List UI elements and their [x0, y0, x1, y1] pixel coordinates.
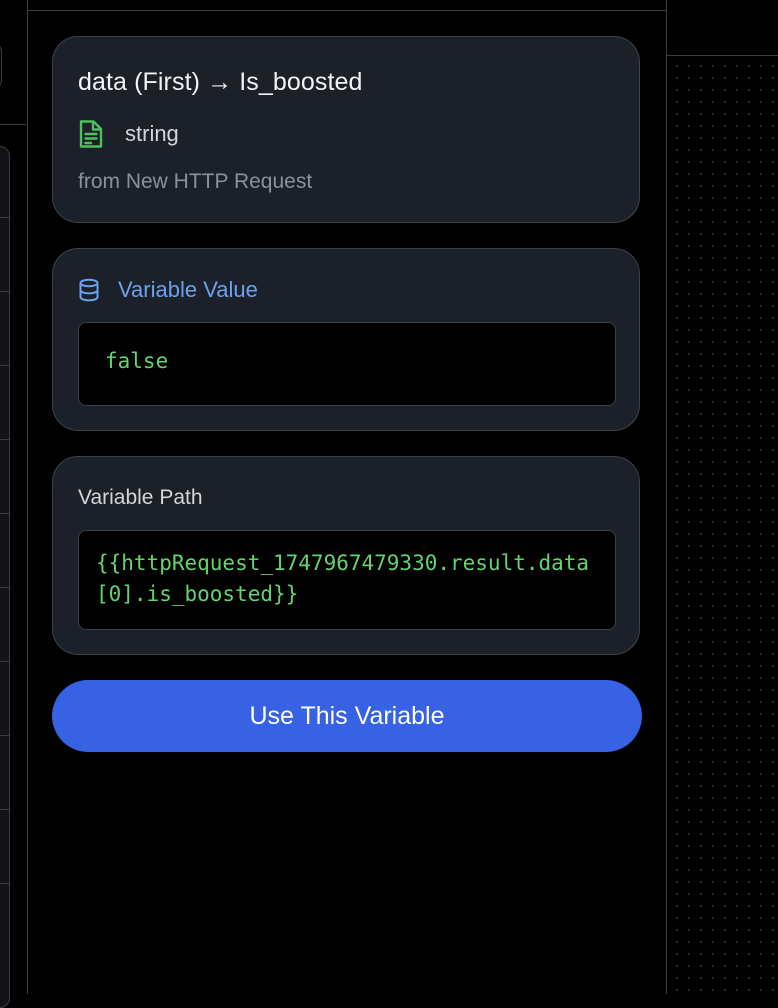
sidebar-list-row-divider: [0, 809, 9, 810]
variable-title: data (First) → Is_boosted: [78, 68, 363, 96]
sidebar-list-row-divider: [0, 217, 9, 218]
sidebar-list-row-divider: [0, 661, 9, 662]
sidebar-list-row-divider: [0, 735, 9, 736]
variable-info-card: data (First) → Is_boosted string from Ne…: [52, 36, 640, 223]
variable-value-box[interactable]: false: [78, 322, 616, 406]
sidebar-divider: [0, 124, 26, 125]
document-icon: [79, 120, 103, 148]
variable-path-box[interactable]: {{httpRequest_1747967479330.result.data[…: [78, 530, 616, 630]
sidebar-control-edge[interactable]: [0, 42, 2, 90]
variable-type: string: [125, 121, 179, 146]
variable-source: from New HTTP Request: [78, 170, 313, 193]
variable-path-label: Variable Path: [78, 486, 203, 509]
workflow-canvas[interactable]: [667, 55, 778, 995]
variable-type-row: string: [78, 119, 179, 149]
variable-value-label: Variable Value: [118, 277, 258, 302]
database-icon: [79, 278, 99, 302]
sidebar-list-row-divider: [0, 439, 9, 440]
left-sidebar-edge: [0, 0, 28, 1008]
variable-value-header: Variable Value: [78, 277, 258, 303]
variable-value-card: Variable Value false: [52, 248, 640, 431]
sidebar-list-row-divider: [0, 291, 9, 292]
sidebar-list-row-divider: [0, 883, 9, 884]
sidebar-list-row-divider: [0, 587, 9, 588]
sidebar-list-edge: [0, 146, 10, 1008]
panel-top-border: [28, 10, 666, 11]
use-variable-button[interactable]: Use This Variable: [52, 680, 642, 752]
sidebar-list-row-divider: [0, 365, 9, 366]
sidebar-list-row-divider: [0, 513, 9, 514]
variable-path-card: Variable Path {{httpRequest_174796747933…: [52, 456, 640, 655]
